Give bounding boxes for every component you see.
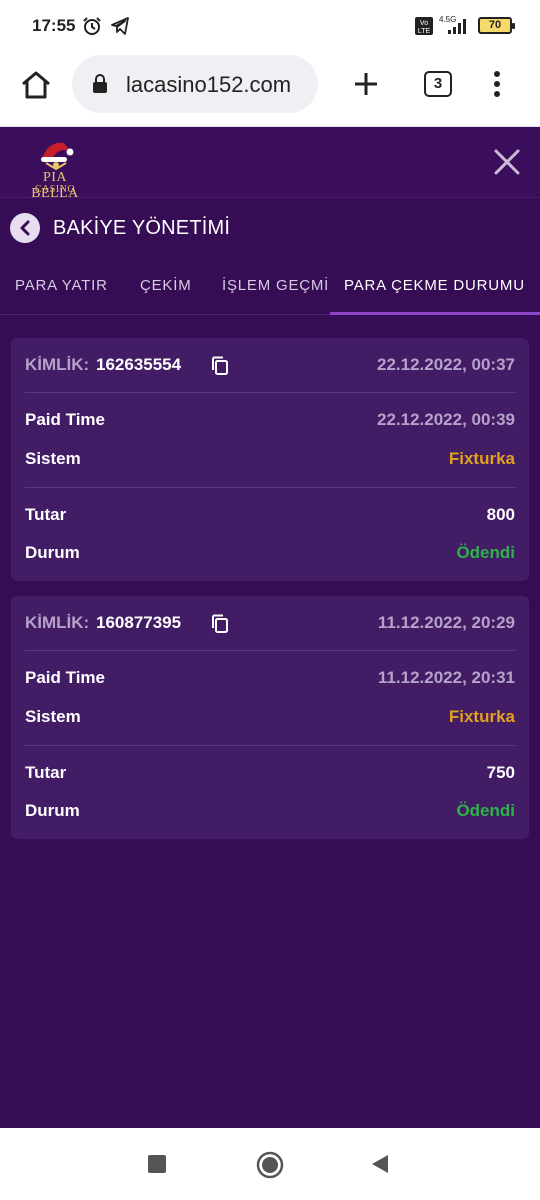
amount-value: 800 [486, 505, 515, 524]
kimlik-label: KİMLİK: [25, 355, 90, 374]
status-time: 17:55 [32, 16, 76, 35]
tab-para-cekme-durumu[interactable]: PARA ÇEKME DURUMU [344, 277, 525, 294]
back-nav-icon[interactable] [370, 1153, 390, 1175]
paid-time-label: Paid Time [25, 410, 105, 429]
tab-count: 3 [433, 75, 443, 92]
amount-label: Tutar [25, 505, 67, 524]
recents-icon[interactable] [148, 1155, 166, 1173]
paid-time-label: Paid Time [25, 668, 105, 687]
tab-cekim[interactable]: ÇEKİM [140, 277, 192, 294]
amount-value: 750 [486, 763, 515, 782]
alarm-icon [83, 17, 101, 35]
divider [25, 745, 515, 746]
santa-hat-icon [41, 142, 74, 171]
system-row: Sistem Fixturka [25, 707, 515, 731]
paid-time-value: 11.12.2022, 20:31 [377, 668, 515, 687]
battery-icon: 70 [478, 17, 515, 34]
page-title-bar: BAKİYE YÖNETİMİ [0, 199, 540, 259]
amount-row: Tutar 800 [25, 505, 515, 529]
chevron-left-icon [20, 220, 30, 236]
status-row: Durum Ödendi [25, 543, 515, 567]
amount-row: Tutar 750 [25, 763, 515, 787]
divider [25, 392, 515, 393]
system-label: Sistem [25, 449, 81, 468]
status-value: Ödendi [456, 543, 515, 562]
withdrawal-card: KİMLİK: 160877395 11.12.2022, 20:29 Paid… [11, 596, 529, 839]
logo[interactable]: PIA BELLA CASINO [18, 137, 92, 201]
status-label: Durum [25, 801, 80, 820]
telegram-icon [111, 17, 129, 35]
signal-icon [448, 19, 466, 34]
app-header: PIA BELLA CASINO [0, 127, 540, 201]
created-date: 22.12.2022, 00:37 [376, 355, 515, 374]
divider [25, 487, 515, 488]
system-value: Fixturka [448, 449, 515, 468]
tab-islem-gecmisi[interactable]: İŞLEM GEÇMİ [222, 277, 329, 294]
back-button[interactable] [10, 213, 40, 243]
url-text[interactable]: lacasino152.com [126, 72, 291, 98]
status-label: Durum [25, 543, 80, 562]
status-row: Durum Ödendi [25, 801, 515, 825]
battery-level: 70 [488, 19, 502, 31]
status-value: Ödendi [456, 801, 515, 820]
home-icon[interactable] [20, 70, 52, 100]
paid-time-value: 22.12.2022, 00:39 [376, 410, 515, 429]
withdrawal-card: KİMLİK: 162635554 22.12.2022, 00:37 Paid… [11, 338, 529, 581]
svg-text:LTE: LTE [418, 28, 431, 35]
volte-icon: Vo LTE [415, 17, 433, 35]
tab-para-yatir[interactable]: PARA YATIR [15, 277, 108, 294]
card-header-row: KİMLİK: 162635554 22.12.2022, 00:37 [25, 355, 515, 379]
card-header-row: KİMLİK: 160877395 11.12.2022, 20:29 [25, 613, 515, 637]
tab-bar: PARA YATIR ÇEKİM İŞLEM GEÇMİ PARA ÇEKME … [0, 259, 540, 315]
page-title: BAKİYE YÖNETİMİ [53, 217, 231, 239]
home-nav-icon[interactable] [256, 1151, 284, 1179]
active-tab-indicator [330, 312, 540, 315]
paid-time-row: Paid Time 22.12.2022, 00:39 [25, 410, 515, 434]
address-bar[interactable]: lacasino152.com [72, 55, 318, 113]
svg-text:Vo: Vo [420, 20, 428, 27]
tabs-icon[interactable]: 3 [424, 71, 452, 97]
copy-icon[interactable] [211, 356, 229, 376]
logo-subtitle: CASINO [34, 184, 76, 195]
system-row: Sistem Fixturka [25, 449, 515, 473]
status-bar: 17:55 Vo LTE 4.5G 70 [0, 0, 540, 52]
lock-icon[interactable] [92, 74, 108, 94]
withdrawal-id: 162635554 [96, 355, 182, 374]
kimlik-label: KİMLİK: [25, 613, 90, 632]
new-tab-icon[interactable] [353, 71, 379, 97]
created-date: 11.12.2022, 20:29 [377, 613, 515, 632]
amount-label: Tutar [25, 763, 67, 782]
menu-icon[interactable] [490, 69, 504, 99]
close-icon[interactable] [491, 146, 523, 178]
copy-icon[interactable] [211, 614, 229, 634]
divider [25, 650, 515, 651]
system-label: Sistem [25, 707, 81, 726]
withdrawal-id: 160877395 [96, 613, 182, 632]
system-nav-bar [0, 1128, 540, 1200]
system-value: Fixturka [448, 707, 515, 726]
browser-toolbar: lacasino152.com 3 [0, 52, 540, 127]
paid-time-row: Paid Time 11.12.2022, 20:31 [25, 668, 515, 692]
